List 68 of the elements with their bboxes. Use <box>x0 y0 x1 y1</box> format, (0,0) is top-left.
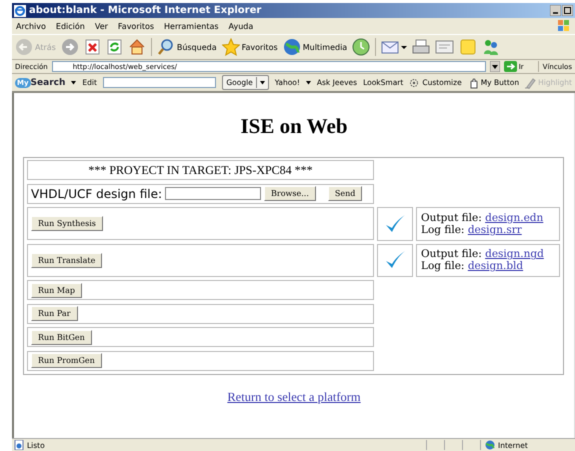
menu-item[interactable]: Ver <box>94 22 108 30</box>
windows-flag-icon <box>557 19 571 33</box>
log-line: Log file: design.srr <box>421 224 522 236</box>
home-button[interactable] <box>128 38 146 56</box>
menu-item[interactable]: Favoritos <box>118 22 154 30</box>
output-line: Output file: design.ngd <box>421 248 544 260</box>
arrow-icon <box>504 61 517 72</box>
media-button[interactable]: Multimedia <box>282 38 348 56</box>
minimize-icon <box>550 5 561 16</box>
file-link[interactable]: design.bld <box>468 260 524 272</box>
search-field[interactable] <box>102 77 216 88</box>
stop-icon <box>84 38 101 56</box>
globe-icon <box>282 38 301 56</box>
brand-name[interactable]: Search <box>30 78 66 88</box>
search-button[interactable]: Búsqueda <box>156 38 217 56</box>
file-field[interactable] <box>165 187 262 200</box>
run-button[interactable]: Run Par <box>31 306 78 321</box>
menu-item[interactable]: Archivo <box>16 22 46 30</box>
target-banner: *** PROYECT IN TARGET: JPS-XPC84 *** <box>27 160 374 180</box>
star-icon <box>222 38 240 56</box>
window-title: about:blank - Microsoft Internet Explorer <box>29 5 262 16</box>
run-button[interactable]: Run PromGen <box>31 353 102 368</box>
run-button[interactable]: Run BitGen <box>31 330 92 344</box>
hand-icon <box>468 76 479 88</box>
globe-icon <box>485 440 495 450</box>
favorites-button[interactable]: Favoritos <box>222 38 278 56</box>
dropdown-icon <box>490 61 500 72</box>
file-link[interactable]: design.edn <box>485 212 544 224</box>
ie-logo-icon <box>14 4 26 16</box>
gears-icon <box>409 76 420 88</box>
history-button[interactable] <box>352 38 370 56</box>
home-icon <box>128 38 146 56</box>
search-icon <box>156 38 175 56</box>
log-line: Log file: design.bld <box>421 260 524 272</box>
caret-icon <box>260 80 265 84</box>
file-link[interactable]: design.ngd <box>485 248 544 260</box>
page-heading: ISE on Web <box>240 113 348 140</box>
run-button[interactable]: Run Translate <box>31 252 102 268</box>
caret-icon <box>71 80 76 84</box>
run-button[interactable]: Run Map <box>31 282 82 298</box>
forward-button[interactable] <box>60 38 79 56</box>
messenger-button[interactable] <box>482 38 500 56</box>
caret-icon <box>306 80 311 84</box>
people-icon <box>482 38 500 56</box>
return-link[interactable]: Return to select a platform <box>227 390 361 404</box>
maximize-icon <box>562 5 573 16</box>
output-line: Output file: design.edn <box>421 212 544 224</box>
upload-label: VHDL/UCF design file: <box>31 186 162 200</box>
stop-button[interactable] <box>84 38 101 56</box>
menu-item[interactable]: Herramientas <box>164 22 219 30</box>
forward-icon <box>60 38 79 56</box>
menu-item[interactable]: Ayuda <box>228 22 254 30</box>
page-icon <box>14 440 24 450</box>
back-icon <box>15 38 33 56</box>
clock-icon <box>352 38 370 56</box>
pen-icon <box>525 76 536 88</box>
printer-icon <box>412 38 430 56</box>
edit-button[interactable] <box>435 38 454 56</box>
print-button[interactable] <box>412 38 430 56</box>
refresh-icon <box>106 38 123 56</box>
document-icon <box>435 38 454 56</box>
browse-button[interactable]: Browse... <box>264 186 316 201</box>
menu-item[interactable]: Edición <box>56 22 85 30</box>
run-button[interactable]: Run Synthesis <box>31 216 103 231</box>
send-button[interactable]: Send <box>328 186 362 201</box>
file-link[interactable]: design.srr <box>468 224 522 236</box>
note-icon <box>459 38 478 56</box>
refresh-button[interactable] <box>106 38 123 56</box>
